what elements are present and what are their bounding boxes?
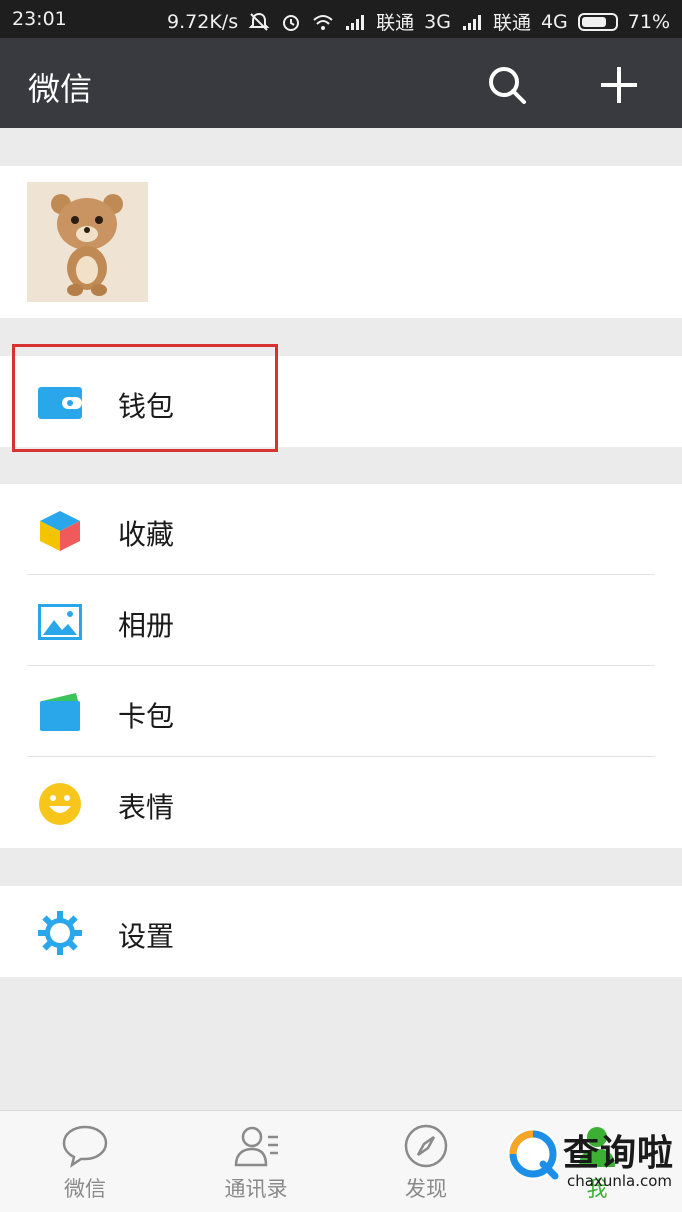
tab-label: 通讯录 [224,1177,288,1201]
contacts-icon [234,1126,278,1167]
signal-icon [462,14,481,30]
teddy-bear-avatar-icon [27,182,148,302]
status-time: 23:01 [12,8,67,30]
card-package-icon [40,693,80,731]
menu-item-label: 相册 [118,609,175,642]
tab-label: 微信 [64,1177,106,1201]
menu-item-stickers[interactable]: 表情 [0,757,682,848]
watermark-subtitle: chaxunla.com [567,1172,672,1190]
menu-item-label: 卡包 [118,700,175,733]
app-header: 微信 [0,38,682,128]
watermark: 查询啦 chaxunla.com [505,1126,677,1196]
menu-item-card-package[interactable]: 卡包 [0,666,682,757]
favorites-cube-icon [40,511,80,551]
network-speed: 9.72K/s [167,10,239,33]
gear-icon [38,911,82,955]
carrier-1: 联通 [376,12,415,34]
menu-item-favorites[interactable]: 收藏 [0,484,682,575]
tab-contacts[interactable]: 通讯录 [196,1123,316,1203]
menu-item-settings[interactable]: 设置 [0,886,682,977]
menu-item-label: 收藏 [118,518,175,551]
tab-chats[interactable]: 微信 [25,1123,145,1203]
mute-icon [248,12,270,31]
compass-icon [404,1124,448,1168]
tab-label: 发现 [405,1177,447,1201]
wifi-icon [313,14,333,30]
smiley-icon [39,783,81,825]
menu-item-album[interactable]: 相册 [0,575,682,666]
album-picture-icon [38,604,82,640]
plus-icon[interactable] [594,60,644,110]
battery-icon [577,12,618,31]
menu-item-label: 设置 [118,920,175,953]
avatar[interactable] [27,182,148,302]
alarm-icon [283,14,300,31]
signal-icon [346,14,365,30]
highlight-annotation [12,344,278,452]
settings-group: 设置 [0,886,682,977]
watermark-title: 查询啦 [563,1133,675,1174]
search-icon[interactable] [482,60,532,110]
profile-card[interactable] [0,166,682,318]
menu-item-label: 表情 [118,791,175,824]
chat-bubble-icon [62,1125,108,1168]
network-type-2: 4G [540,10,568,33]
carrier-2: 联通 [492,12,531,34]
tab-discover[interactable]: 发现 [366,1123,486,1203]
battery-percent: 71% [627,10,670,33]
page-title: 微信 [28,70,93,108]
status-right: 9.72K/s 联通 3G 联通 4G 71% [167,8,670,35]
status-bar: 23:01 9.72K/s 联通 3G 联通 4G 71% [0,0,682,38]
features-group: 收藏 相册 卡包 表情 [0,484,682,848]
watermark-logo-icon [507,1128,559,1180]
network-type-1: 3G [424,10,451,33]
